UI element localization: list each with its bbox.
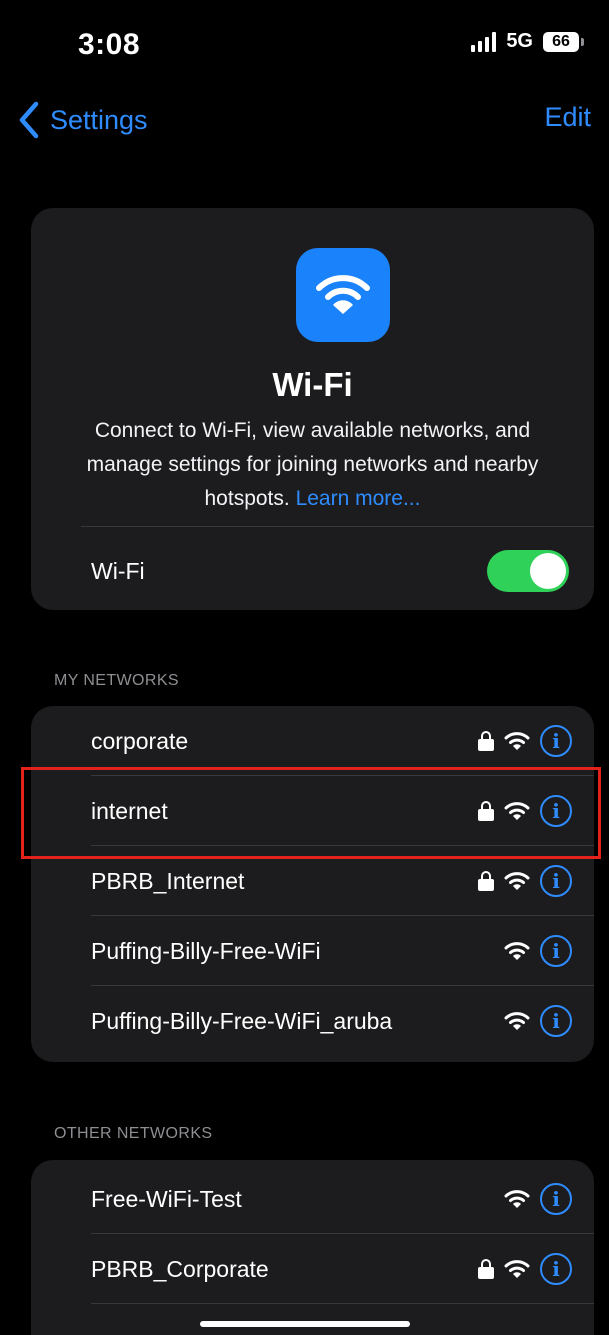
network-status-icons: i	[478, 1234, 572, 1304]
my-networks-header: MY NETWORKS	[54, 672, 180, 689]
wifi-signal-icon	[504, 1260, 530, 1278]
info-button[interactable]: i	[540, 935, 572, 967]
edit-button[interactable]: Edit	[544, 102, 591, 133]
info-button[interactable]: i	[540, 1183, 572, 1215]
info-button[interactable]: i	[540, 1005, 572, 1037]
status-indicators: 5G 66	[471, 30, 584, 53]
network-name: PBRB_Corporate	[91, 1256, 269, 1282]
learn-more-link[interactable]: Learn more...	[296, 487, 421, 510]
divider	[91, 1303, 594, 1304]
info-button[interactable]: i	[540, 1253, 572, 1285]
lock-icon	[478, 871, 494, 891]
info-button[interactable]: i	[540, 725, 572, 757]
back-button[interactable]: Settings	[16, 100, 148, 140]
back-button-label: Settings	[50, 104, 148, 135]
divider	[81, 526, 594, 527]
network-name: Puffing-Billy-Free-WiFi_aruba	[91, 1008, 393, 1034]
wifi-info-card: Wi-Fi Connect to Wi-Fi, view available n…	[31, 208, 594, 610]
wifi-toggle-label: Wi-Fi	[91, 558, 145, 584]
status-time: 3:08	[78, 28, 141, 61]
home-indicator[interactable]	[200, 1321, 410, 1327]
network-name: Puffing-Billy-Free-WiFi	[91, 938, 321, 964]
network-row-corporate[interactable]: corporate i	[31, 706, 594, 776]
wifi-icon	[316, 275, 370, 314]
page-title: Wi-Fi	[272, 366, 353, 403]
info-button[interactable]: i	[540, 865, 572, 897]
network-status-icons: i	[504, 916, 572, 986]
network-type: 5G	[506, 30, 533, 52]
battery-icon: 66	[543, 31, 584, 52]
network-row-puffing-billy-free-wifi-aruba[interactable]: Puffing-Billy-Free-WiFi_aruba i	[31, 986, 594, 1056]
lock-icon	[478, 731, 494, 751]
my-networks-list: corporate i internet i PBRB_Internet i P…	[31, 706, 594, 1062]
network-row-puffing-billy-free-wifi[interactable]: Puffing-Billy-Free-WiFi i	[31, 916, 594, 986]
wifi-toggle[interactable]	[487, 550, 569, 592]
wifi-description: Connect to Wi-Fi, view available network…	[61, 414, 564, 516]
toggle-knob	[530, 553, 566, 589]
wifi-signal-icon	[504, 942, 530, 960]
battery-level: 66	[552, 32, 570, 50]
chevron-left-icon	[19, 101, 39, 139]
wifi-signal-icon	[504, 872, 530, 890]
wifi-app-icon	[296, 248, 390, 342]
network-status-icons: i	[504, 986, 572, 1056]
wifi-signal-icon	[504, 1012, 530, 1030]
other-networks-header: OTHER NETWORKS	[54, 1125, 213, 1142]
network-row-free-wifi-test[interactable]: Free-WiFi-Test i	[31, 1164, 594, 1234]
network-name: Free-WiFi-Test	[91, 1186, 242, 1212]
network-name: corporate	[91, 728, 189, 754]
network-status-icons: i	[504, 1164, 572, 1234]
other-networks-list: Free-WiFi-Test i PBRB_Corporate i	[31, 1160, 594, 1335]
network-row-pbrb-corporate[interactable]: PBRB_Corporate i	[31, 1234, 594, 1304]
signal-strength-icon	[471, 31, 497, 52]
wifi-signal-icon	[504, 1190, 530, 1208]
wifi-signal-icon	[504, 732, 530, 750]
network-status-icons: i	[478, 706, 572, 776]
lock-icon	[478, 1259, 494, 1279]
wifi-settings-screen: 3:08 5G 66 Settings Edit Wi-Fi Connect t…	[0, 0, 609, 1335]
selection-highlight	[21, 767, 601, 859]
